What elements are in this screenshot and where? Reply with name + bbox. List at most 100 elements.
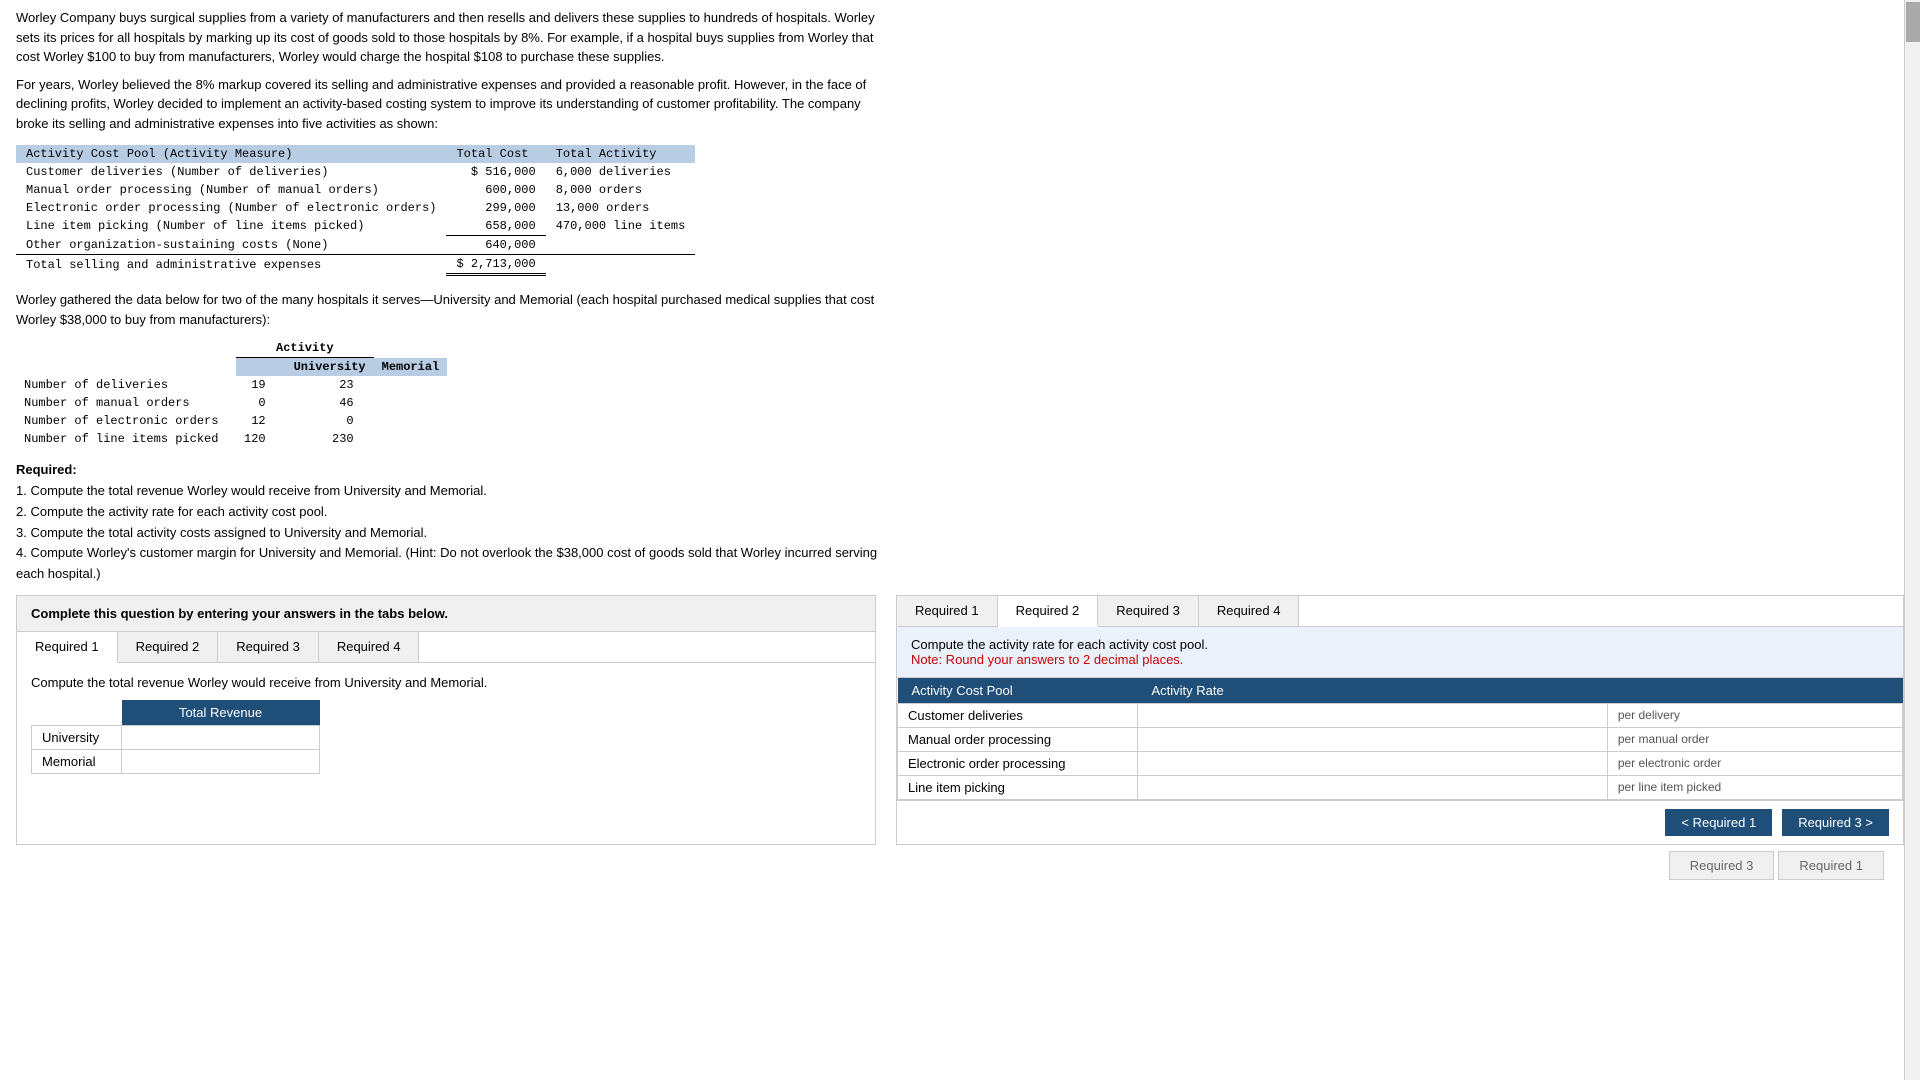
row-2-cost: 600,000 (446, 181, 545, 199)
table-row: Customer deliveries per delivery (898, 703, 1903, 727)
tab-required-4-left[interactable]: Required 4 (319, 632, 420, 662)
act-row-3-univ: 12 (236, 412, 286, 430)
tab-required-4-right[interactable]: Required 4 (1199, 596, 1300, 626)
ar-row-4-input[interactable] (1138, 775, 1608, 799)
total-label: Total selling and administrative expense… (16, 255, 446, 275)
total-cost: $ 2,713,000 (446, 255, 545, 275)
right-panel-table-container: Activity Cost Pool Activity Rate Custome… (897, 678, 1903, 800)
ar-row-4-unit: per line item picked (1607, 775, 1902, 799)
table-row: Number of line items picked 120 230 (16, 430, 447, 448)
bottom-tab-label-3: Required 3 (1690, 858, 1754, 873)
intro-paragraph-1: Worley Company buys surgical supplies fr… (16, 8, 886, 67)
ar-row-1-unit: per delivery (1607, 703, 1902, 727)
required-section: Required: 1. Compute the total revenue W… (16, 462, 1904, 585)
act-row-3-measure: Number of electronic orders (16, 412, 236, 430)
cost-table-col1: Activity Cost Pool (Activity Measure) (16, 145, 446, 163)
university-revenue-field[interactable] (132, 730, 309, 745)
act-row-1-measure: Number of deliveries (16, 376, 236, 394)
required-item-1: 1. Compute the total revenue Worley woul… (16, 481, 1904, 502)
ar-col-2: Activity Rate (1138, 678, 1903, 704)
activity-rate-table: Activity Cost Pool Activity Rate Custome… (897, 678, 1903, 800)
row-4-activity: 470,000 line items (546, 217, 696, 236)
university-revenue-input[interactable] (122, 725, 320, 749)
left-panel: Complete this question by entering your … (16, 595, 876, 845)
ar-row-2-pool: Manual order processing (898, 727, 1138, 751)
act-row-4-measure: Number of line items picked (16, 430, 236, 448)
memorial-revenue-input[interactable] (122, 749, 320, 773)
intro-text: Worley Company buys surgical supplies fr… (16, 8, 886, 133)
required-item-3: 3. Compute the total activity costs assi… (16, 523, 1904, 544)
activity-subtitle: Worley gathered the data below for two o… (16, 290, 886, 329)
table-row: Number of electronic orders 12 0 (16, 412, 447, 430)
bottom-tab-label-1: Required 1 (1799, 858, 1863, 873)
scrollbar[interactable] (1904, 0, 1920, 1080)
bottom-tab-labels: Required 3 Required 1 (16, 851, 1904, 880)
tab-required-2-left[interactable]: Required 2 (118, 632, 219, 662)
act-row-4-univ: 120 (236, 430, 286, 448)
left-tabs-row: Required 1 Required 2 Required 3 Require… (17, 632, 875, 663)
row-4-cost: 658,000 (446, 217, 545, 236)
ar-row-2-unit: per manual order (1607, 727, 1902, 751)
row-1-activity: 6,000 deliveries (546, 163, 696, 181)
table-row: Customer deliveries (Number of deliverie… (16, 163, 695, 181)
line-item-picking-rate-field[interactable] (1148, 780, 1597, 795)
row-4-pool: Line item picking (Number of line items … (16, 217, 446, 236)
table-row: Line item picking (Number of line items … (16, 217, 695, 236)
ar-row-3-input[interactable] (1138, 751, 1608, 775)
ar-row-2-input[interactable] (1138, 727, 1608, 751)
ar-col-1: Activity Cost Pool (898, 678, 1138, 704)
table-row: Electronic order processing (Number of e… (16, 199, 695, 217)
tab-required-2-right[interactable]: Required 2 (998, 596, 1099, 627)
table-row: Number of deliveries 19 23 (16, 376, 447, 394)
table-row: Manual order processing per manual order (898, 727, 1903, 751)
ar-row-4-pool: Line item picking (898, 775, 1138, 799)
tab-required-1-left[interactable]: Required 1 (17, 632, 118, 663)
row-2-activity: 8,000 orders (546, 181, 696, 199)
manual-order-rate-field[interactable] (1148, 732, 1597, 747)
left-panel-header: Complete this question by entering your … (17, 596, 875, 632)
table-row: University (32, 725, 320, 749)
row-5-activity (546, 236, 696, 255)
act-row-1-univ: 19 (236, 376, 286, 394)
memorial-label: Memorial (32, 749, 122, 773)
act-row-1-mem: 23 (286, 376, 374, 394)
table-row: Memorial (32, 749, 320, 773)
required-item-2: 2. Compute the activity rate for each ac… (16, 502, 1904, 523)
table-row: Other organization-sustaining costs (Non… (16, 236, 695, 255)
cost-pool-table: Activity Cost Pool (Activity Measure) To… (16, 145, 695, 276)
right-panel-note: Note: Round your answers to 2 decimal pl… (911, 652, 1183, 667)
required-title: Required: (16, 462, 1904, 477)
prev-button[interactable]: < Required 1 (1665, 809, 1772, 836)
tab-required-3-left[interactable]: Required 3 (218, 632, 319, 662)
cost-table-col3: Total Activity (546, 145, 696, 163)
row-2-pool: Manual order processing (Number of manua… (16, 181, 446, 199)
customer-deliveries-rate-field[interactable] (1148, 708, 1597, 723)
ar-row-1-pool: Customer deliveries (898, 703, 1138, 727)
scrollbar-thumb[interactable] (1906, 2, 1920, 42)
next-button[interactable]: Required 3 > (1782, 809, 1889, 836)
nav-buttons: < Required 1 Required 3 > (897, 800, 1903, 844)
activity-col-header: Activity (236, 339, 374, 358)
activity-sub-header-0 (236, 358, 286, 377)
electronic-order-rate-field[interactable] (1148, 756, 1597, 771)
total-activity (546, 255, 696, 275)
bottom-tab-required-1-left[interactable]: Required 1 (1778, 851, 1884, 880)
cost-table-col2: Total Cost (446, 145, 545, 163)
act-row-3-mem: 0 (286, 412, 374, 430)
tab-required-3-right[interactable]: Required 3 (1098, 596, 1199, 626)
act-row-2-univ: 0 (236, 394, 286, 412)
table-row: Line item picking per line item picked (898, 775, 1903, 799)
memorial-revenue-field[interactable] (132, 754, 309, 769)
ar-row-1-input[interactable] (1138, 703, 1608, 727)
right-tabs-row: Required 1 Required 2 Required 3 Require… (897, 596, 1903, 627)
right-panel: Required 1 Required 2 Required 3 Require… (896, 595, 1904, 845)
tab-required-1-right[interactable]: Required 1 (897, 596, 998, 626)
table-row: Number of manual orders 0 46 (16, 394, 447, 412)
row-5-cost: 640,000 (446, 236, 545, 255)
bottom-split: Complete this question by entering your … (16, 595, 1904, 845)
total-row: Total selling and administrative expense… (16, 255, 695, 275)
row-1-cost: $ 516,000 (446, 163, 545, 181)
left-panel-body: Compute the total revenue Worley would r… (17, 663, 875, 786)
row-1-pool: Customer deliveries (Number of deliverie… (16, 163, 446, 181)
bottom-tab-required-3-left[interactable]: Required 3 (1669, 851, 1775, 880)
